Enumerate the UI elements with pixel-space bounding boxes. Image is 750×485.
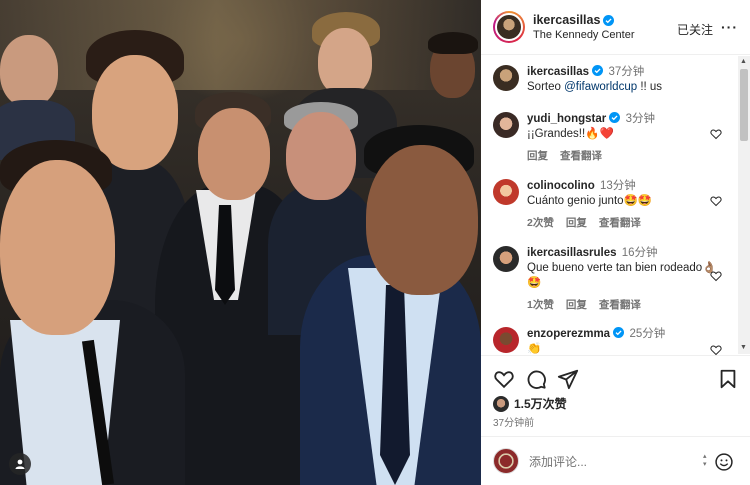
like-icon[interactable] xyxy=(493,368,515,390)
commenter-avatar[interactable] xyxy=(493,246,519,272)
tagged-people-button[interactable] xyxy=(9,453,31,475)
comment-username[interactable]: enzoperezmma xyxy=(527,328,610,340)
scroll-down-icon[interactable]: ▼ xyxy=(740,344,747,351)
photo-person-4 xyxy=(286,112,356,200)
more-options-icon[interactable]: ··· xyxy=(721,19,738,35)
caption-author[interactable]: ikercasillas xyxy=(527,66,589,78)
scrollbar-thumb[interactable] xyxy=(740,69,748,141)
add-comment-input[interactable]: 添加评论... xyxy=(529,453,699,470)
emoji-icon[interactable] xyxy=(714,452,734,472)
post-side-panel: ikercasillas The Kennedy Center 已关注 ··· … xyxy=(481,0,750,485)
comment-username[interactable]: colinocolino xyxy=(527,180,595,192)
like-comment-icon[interactable] xyxy=(710,128,722,140)
post-timestamp: 37分钟前 xyxy=(493,418,535,429)
photo-person-2 xyxy=(92,55,178,170)
see-translation-button[interactable]: 查看翻译 xyxy=(599,216,641,231)
photo-person-bg-right-hair xyxy=(428,32,478,54)
see-translation-button[interactable]: 查看翻译 xyxy=(560,149,602,164)
likes-count[interactable]: 1.5万次赞 xyxy=(514,395,567,412)
comment-time: 3分钟 xyxy=(625,113,656,125)
comment-text: Cuánto genio junto🤩🤩 xyxy=(527,195,653,207)
photo-person-1 xyxy=(0,160,115,335)
comment-username[interactable]: yudi_hongstar xyxy=(527,113,606,125)
comment-composer: 添加评论... ▴ ▾ xyxy=(481,436,750,485)
comments-scrollbar[interactable]: ▲ ▼ xyxy=(738,56,750,354)
save-icon[interactable] xyxy=(717,368,739,390)
comments-list[interactable]: ikercasillas 37分钟 Sorteo @fifaworldcup !… xyxy=(481,55,750,355)
verified-icon xyxy=(609,112,621,123)
scroll-up-icon[interactable]: ▲ xyxy=(740,58,747,65)
caption-text-before: Sorteo xyxy=(527,81,565,93)
caption-author-avatar[interactable] xyxy=(493,65,519,91)
author-avatar[interactable] xyxy=(493,11,525,43)
photo-person-back xyxy=(318,28,372,96)
post-actions xyxy=(481,355,750,395)
following-button[interactable]: 已关注 xyxy=(677,21,713,38)
post-header: ikercasillas The Kennedy Center 已关注 ··· xyxy=(481,0,750,55)
likes-summary[interactable]: 1.5万次赞 xyxy=(493,395,567,412)
liker-avatar xyxy=(493,395,509,412)
verified-icon xyxy=(603,14,615,26)
reply-button[interactable]: 回复 xyxy=(527,149,548,164)
comment-username[interactable]: ikercasillasrules xyxy=(527,247,617,259)
person-icon xyxy=(15,459,25,469)
caption-mention-link[interactable]: @fifaworldcup xyxy=(564,81,637,93)
comment-icon[interactable] xyxy=(525,368,547,390)
comment-time: 13分钟 xyxy=(599,180,636,192)
comment-like-count[interactable]: 2次赞 xyxy=(527,216,554,231)
verified-icon xyxy=(613,327,625,338)
comment-time: 25分钟 xyxy=(629,328,666,340)
caption-time: 37分钟 xyxy=(608,66,645,78)
author-username[interactable]: ikercasillas xyxy=(533,13,600,27)
photo-person-5 xyxy=(366,145,478,295)
photo-background xyxy=(0,0,481,90)
commenter-avatar[interactable] xyxy=(493,327,519,353)
comment-text: Que bueno verte tan bien rodeado👌🏽🤩 xyxy=(527,262,717,289)
reply-button[interactable]: 回复 xyxy=(566,298,587,313)
comment-text: ¡¡Grandes!!🔥❤️ xyxy=(527,128,614,140)
current-user-avatar xyxy=(493,448,519,474)
comment-text: 👏 xyxy=(527,343,542,355)
see-translation-button[interactable]: 查看翻译 xyxy=(599,298,641,313)
caption-text-after: !! us xyxy=(637,81,663,93)
post-photo[interactable] xyxy=(0,0,481,485)
post-location[interactable]: The Kennedy Center xyxy=(533,29,635,41)
commenter-avatar[interactable] xyxy=(493,179,519,205)
commenter-avatar[interactable] xyxy=(493,112,519,138)
photo-person-bg-left xyxy=(0,35,58,107)
verified-icon xyxy=(592,65,604,76)
comment-time: 16分钟 xyxy=(621,247,658,259)
comment-like-count[interactable]: 1次赞 xyxy=(527,298,554,313)
photo-person-3 xyxy=(198,108,270,200)
like-comment-icon[interactable] xyxy=(710,344,722,355)
reply-button[interactable]: 回复 xyxy=(566,216,587,231)
input-spinner-icon: ▴ ▾ xyxy=(703,453,707,468)
like-comment-icon[interactable] xyxy=(710,270,722,282)
like-comment-icon[interactable] xyxy=(710,195,722,207)
share-icon[interactable] xyxy=(557,368,579,390)
